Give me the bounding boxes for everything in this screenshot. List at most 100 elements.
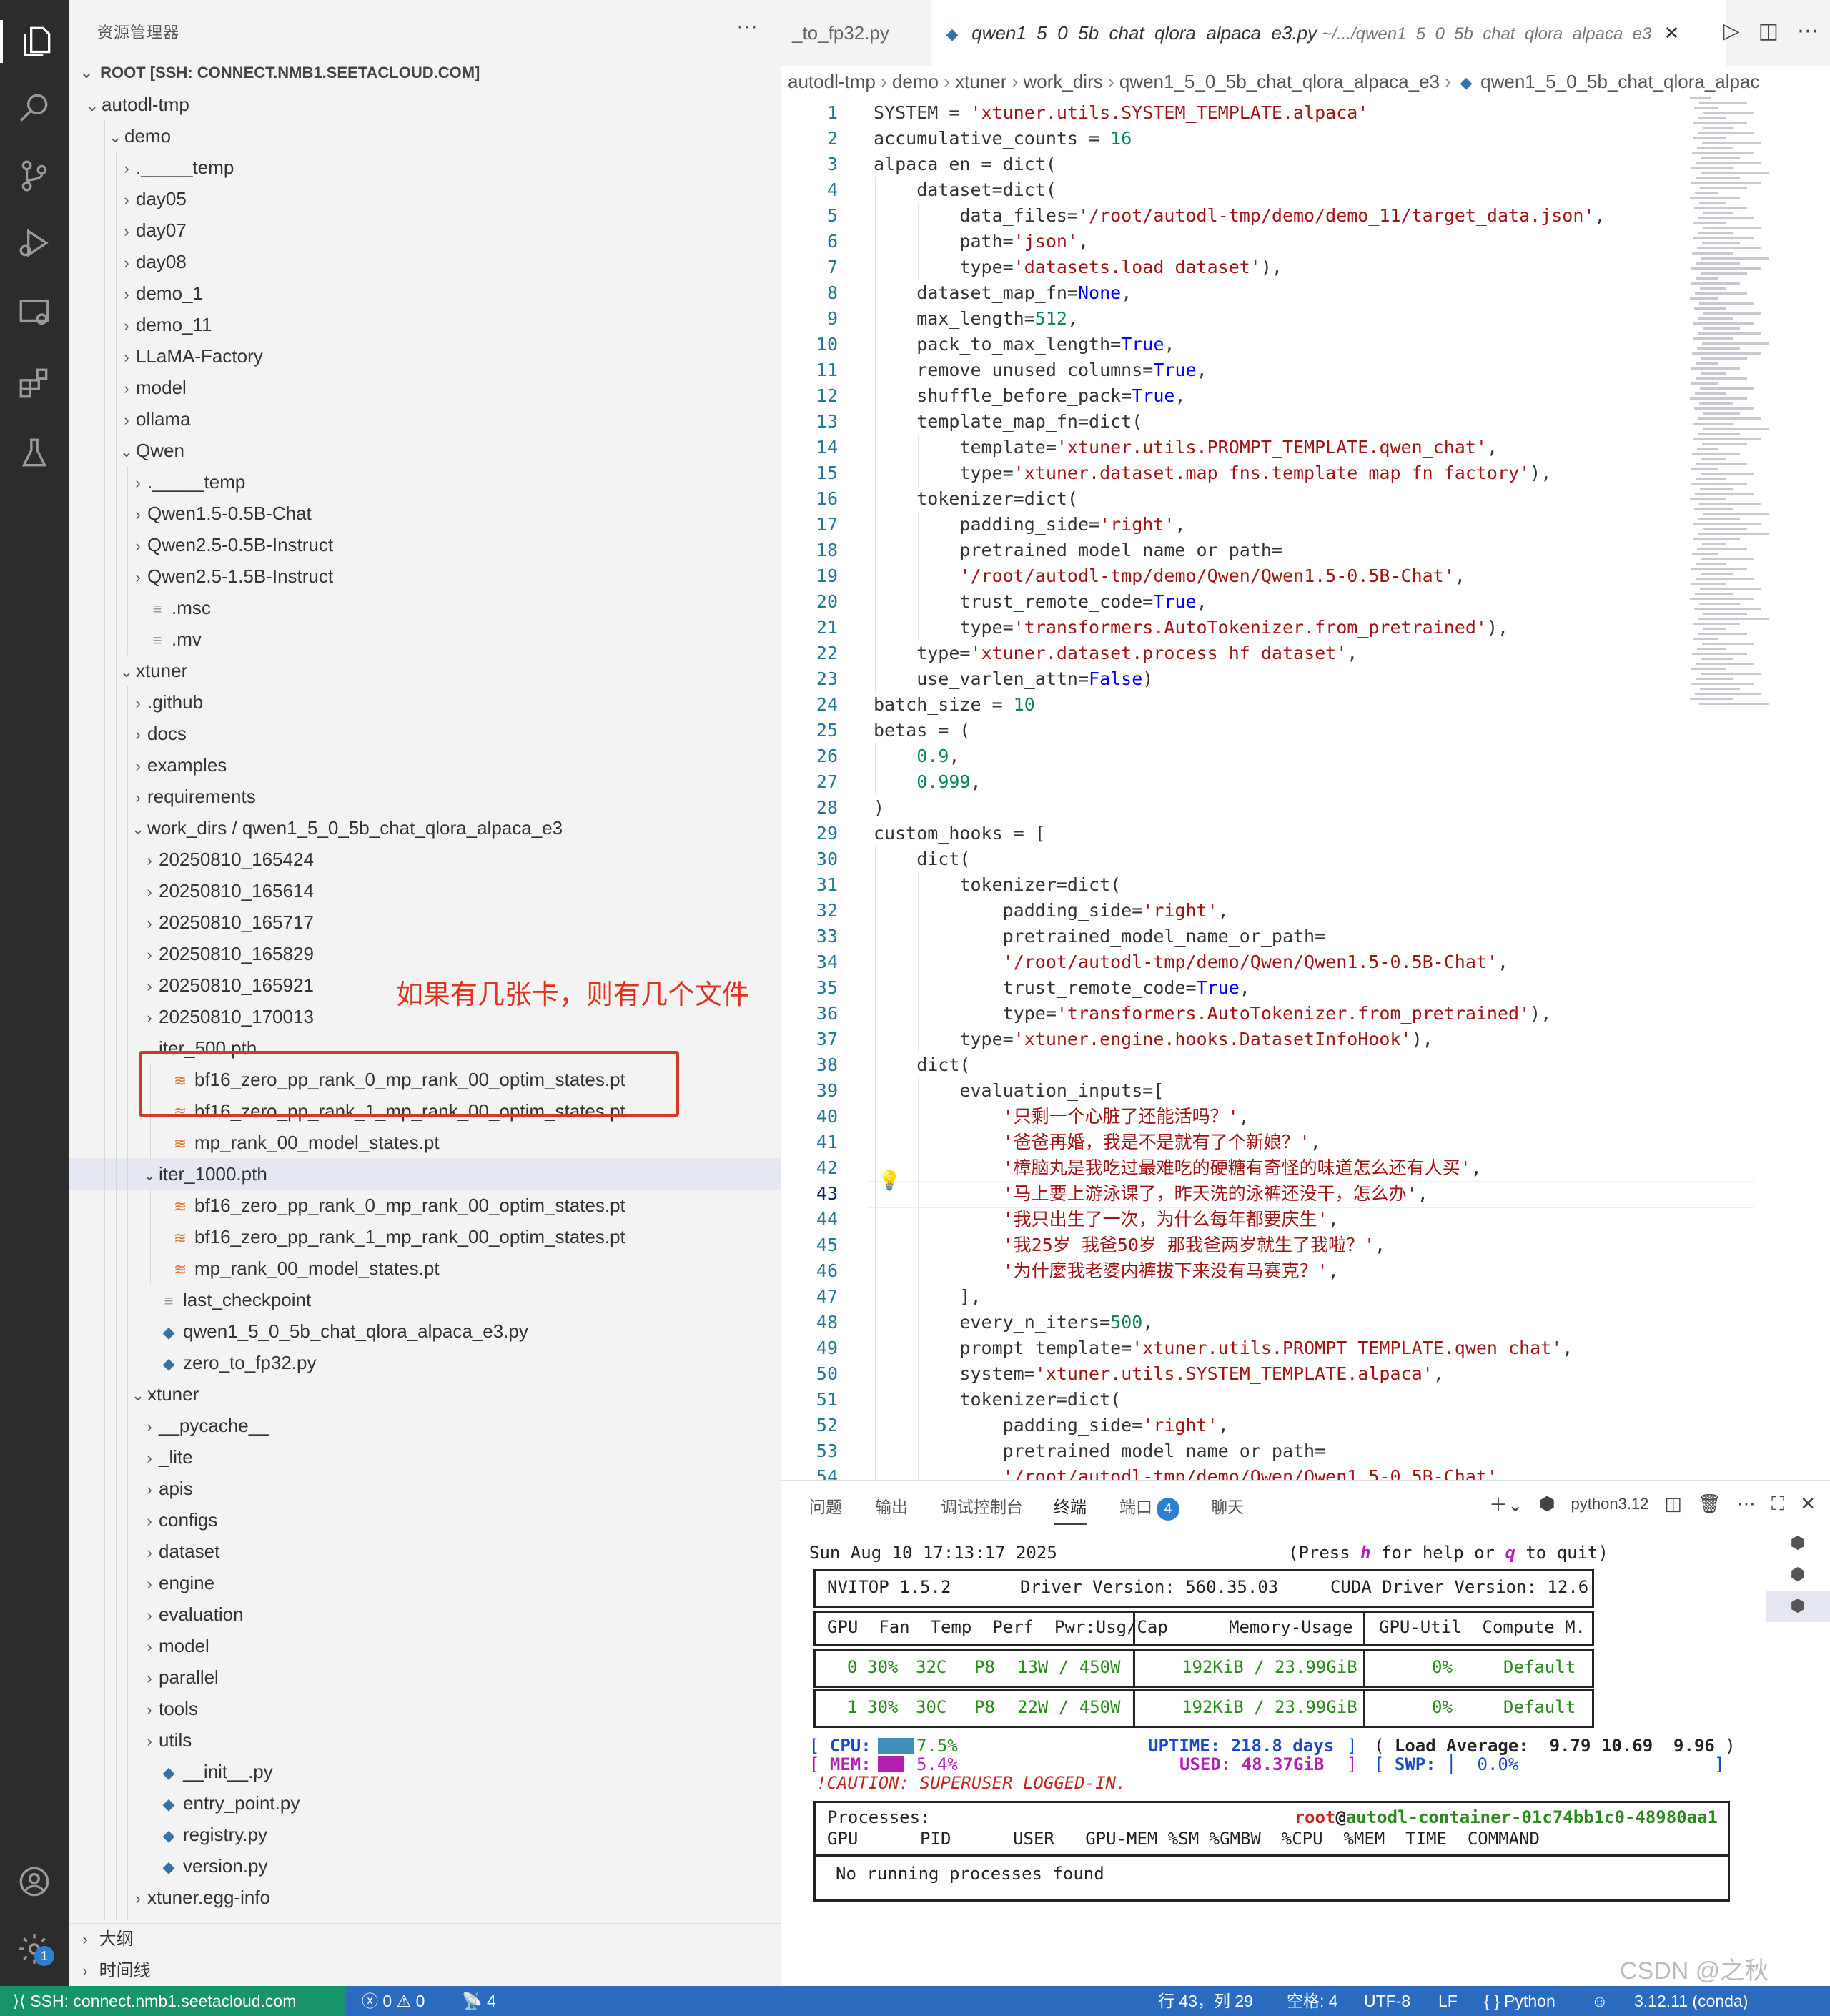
tab-debug-console[interactable]: 调试控制台 — [941, 1493, 1023, 1518]
tree-item[interactable]: ⌄ autodl-tmp — [69, 89, 781, 120]
tree-item[interactable]: ⌄ demo — [69, 120, 781, 152]
tree-item[interactable]: ≡ .mv — [69, 623, 781, 655]
tab-qwen-config[interactable]: ◆ qwen1_5_0_5b_chat_qlora_alpaca_e3.py ~… — [931, 0, 1726, 66]
tree-item[interactable]: ◆ qwen1_5_0_5b_chat_qlora_alpaca_e3.py — [69, 1315, 781, 1347]
close-panel-icon[interactable]: ✕ — [1800, 1493, 1816, 1515]
tree-item[interactable]: › 20250810_165614 — [69, 875, 781, 906]
search-icon[interactable] — [13, 86, 56, 129]
tree-item[interactable]: › requirements — [69, 781, 781, 812]
tree-item[interactable]: › configs — [69, 1504, 781, 1536]
tree-item[interactable]: ⌄ xtuner — [69, 655, 781, 686]
tree-item[interactable]: › LLaMA-Factory — [69, 340, 781, 372]
breadcrumb-item[interactable]: work_dirs — [1023, 71, 1102, 92]
account-icon[interactable] — [13, 1860, 56, 1903]
tree-item[interactable]: › parallel — [69, 1661, 781, 1693]
tree-item[interactable]: ◆ __init__.py — [69, 1756, 781, 1787]
more-actions-icon[interactable]: ··· — [736, 14, 758, 39]
tree-item[interactable]: ≡ last_checkpoint — [69, 1284, 781, 1315]
breadcrumb-item[interactable]: qwen1_5_0_5b_chat_qlora_alpaca_e3 — [1119, 71, 1440, 92]
tree-item[interactable]: › Qwen1.5-0.5B-Chat — [69, 498, 781, 529]
tree-item[interactable]: › model — [69, 1630, 781, 1661]
timeline-section[interactable]: › 时间线 — [69, 1955, 781, 1986]
tab-zero-to-fp32[interactable]: _to_fp32.py — [781, 0, 932, 66]
breadcrumb-item[interactable]: qwen1_5_0_5b_chat_qlora_alpac — [1480, 71, 1759, 92]
tree-item[interactable]: ≡ .gitignore — [69, 1913, 781, 1920]
close-icon[interactable]: ✕ — [1664, 22, 1680, 44]
tree-item[interactable]: › dataset — [69, 1536, 781, 1567]
tree-item[interactable]: ≡ .msc — [69, 592, 781, 623]
tree-item[interactable]: › evaluation — [69, 1599, 781, 1630]
tree-item[interactable]: › day08 — [69, 246, 781, 277]
tree-item[interactable]: ◆ zero_to_fp32.py — [69, 1347, 781, 1378]
tab-ports[interactable]: 端口 4 — [1119, 1493, 1179, 1521]
indentation[interactable]: 空格: 4 — [1287, 1986, 1338, 2016]
tree-item[interactable]: › docs — [69, 718, 781, 749]
split-terminal-icon[interactable]: ◫ — [1664, 1493, 1682, 1515]
lightbulb-icon[interactable]: 💡 — [878, 1170, 901, 1192]
tab-terminal[interactable]: 终端 — [1054, 1493, 1087, 1525]
breadcrumb-item[interactable]: xtuner — [955, 71, 1006, 92]
tree-item[interactable]: › .github — [69, 686, 781, 718]
tree-item[interactable]: › xtuner.egg-info — [69, 1882, 781, 1913]
tree-item[interactable]: › demo_1 — [69, 277, 781, 309]
tree-item[interactable]: ⌄ xtuner — [69, 1378, 781, 1410]
testing-icon[interactable] — [13, 432, 56, 475]
tree-item[interactable]: ≋ bf16_zero_pp_rank_0_mp_rank_00_optim_st… — [69, 1190, 781, 1221]
tab-problems[interactable]: 问题 — [809, 1493, 842, 1518]
tree-item[interactable]: ≋ mp_rank_00_model_states.pt — [69, 1127, 781, 1158]
tree-item[interactable]: ≋ mp_rank_00_model_states.pt — [69, 1252, 781, 1284]
tree-item[interactable]: ◆ entry_point.py — [69, 1787, 781, 1819]
tree-item[interactable]: › apis — [69, 1473, 781, 1504]
ports-indicator[interactable]: 📡 4 — [462, 1986, 496, 2016]
tree-item[interactable]: ⌄ Qwen — [69, 435, 781, 466]
trash-icon[interactable]: 🗑 — [1698, 1493, 1721, 1515]
tab-output[interactable]: 输出 — [875, 1493, 908, 1518]
tree-item[interactable]: › Qwen2.5-0.5B-Instruct — [69, 529, 781, 560]
tree-item[interactable]: › tools — [69, 1693, 781, 1724]
tree-item[interactable]: ⌄ iter_1000.pth — [69, 1158, 781, 1190]
tree-item[interactable]: › Qwen2.5-1.5B-Instruct — [69, 560, 781, 592]
split-editor-icon[interactable]: ◫ — [1759, 19, 1779, 44]
remote-explorer-icon[interactable] — [13, 292, 56, 335]
tree-item[interactable]: ⌄ work_dirs / qwen1_5_0_5b_chat_qlora_alp… — [69, 812, 781, 844]
tree-item[interactable]: › 20250810_165829 — [69, 938, 781, 969]
workspace-root[interactable]: ⌄ ROOT [SSH: CONNECT.NMB1.SEETACLOUD.COM… — [77, 60, 480, 86]
tree-item[interactable]: › __pycache__ — [69, 1410, 781, 1441]
run-debug-icon[interactable] — [13, 222, 56, 265]
minimap[interactable] — [1690, 97, 1769, 712]
language-mode[interactable]: { } Python — [1484, 1986, 1556, 2016]
tree-item[interactable]: › 20250810_165717 — [69, 906, 781, 938]
remote-indicator[interactable]: ⟩⟨ SSH: connect.nmb1.seetacloud.com — [0, 1986, 346, 2016]
source-control-icon[interactable] — [13, 154, 56, 197]
new-terminal-icon[interactable]: ＋⌄ — [1489, 1491, 1523, 1517]
run-icon[interactable]: ▷ — [1723, 19, 1740, 44]
maximize-panel-icon[interactable]: ⛶ — [1771, 1493, 1784, 1516]
more-actions-icon[interactable]: ⋯ — [1797, 19, 1819, 44]
breadcrumb-item[interactable]: autodl-tmp — [788, 71, 876, 92]
encoding[interactable]: UTF-8 — [1364, 1986, 1410, 2016]
tree-item[interactable]: › model — [69, 372, 781, 403]
problems-indicator[interactable]: ⓧ 0 ⚠ 0 — [362, 1986, 425, 2016]
code-editor[interactable]: 1 SYSTEM = 'xtuner.utils.SYSTEM_TEMPLATE.… — [781, 97, 1830, 1480]
terminal[interactable]: Sun Aug 10 17:13:17 2025 (Press h for he… — [809, 1542, 1781, 1971]
shell-name[interactable]: python3.12 — [1571, 1495, 1649, 1513]
tree-item[interactable]: › day07 — [69, 214, 781, 246]
tree-item[interactable]: › utils — [69, 1724, 781, 1756]
tab-chat[interactable]: 聊天 — [1211, 1493, 1244, 1518]
tree-item[interactable]: › engine — [69, 1567, 781, 1599]
cursor-position[interactable]: 行 43，列 29 — [1158, 1986, 1253, 2016]
tree-item[interactable]: › ._____temp — [69, 152, 781, 183]
breadcrumb-item[interactable]: demo — [892, 71, 939, 92]
eol[interactable]: LF — [1438, 1986, 1458, 2016]
explorer-icon[interactable] — [0, 20, 71, 63]
extensions-icon[interactable] — [13, 362, 56, 405]
tree-item[interactable]: › ._____temp — [69, 466, 781, 498]
tree-item[interactable]: ◆ version.py — [69, 1850, 781, 1882]
tree-item[interactable]: › ollama — [69, 403, 781, 435]
tree-item[interactable]: › demo_11 — [69, 309, 781, 340]
tree-item[interactable]: › day05 — [69, 183, 781, 214]
tree-item[interactable]: › examples — [69, 749, 781, 781]
tree-item[interactable]: › 20250810_165424 — [69, 844, 781, 875]
tree-item[interactable]: › _lite — [69, 1441, 781, 1473]
more-actions-icon[interactable]: ⋯ — [1737, 1493, 1756, 1515]
